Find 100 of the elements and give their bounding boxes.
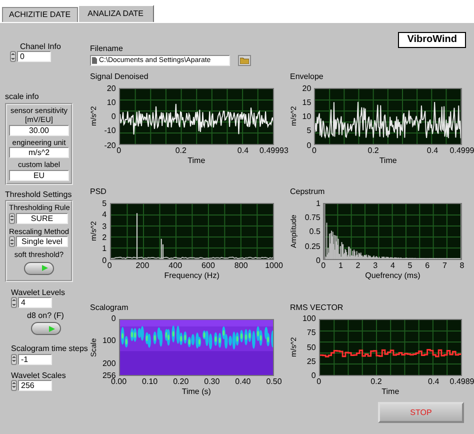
axis-tick-label: 0.4 [428,376,440,386]
value-field[interactable]: EU [9,170,69,181]
axis-tick-label: 3 [102,222,107,231]
axis-tick-label: 7 [442,261,447,270]
axis-tick-label: 600 [202,261,215,270]
axis-tick-label: -10 [104,126,116,136]
folder-icon [240,57,249,64]
axis-tick-label: 5 [408,261,412,270]
field-label: Chanel Info [19,42,61,52]
spin-buttons[interactable] [9,212,15,224]
axis-tick-label: 0.00 [111,376,127,386]
field-label: Scalogram time steps [11,344,88,354]
axis-tick-label: 6 [425,261,430,270]
axis-tick-label: 2 [102,233,107,242]
axis-tick-label: 0 [102,256,107,265]
field-label: d8 on? (F) [27,311,64,320]
axis-tick-label: 25 [306,356,316,366]
axis-tick-label: 0.30 [204,376,220,386]
axis-tick-label: 4 [390,261,395,270]
graph-title: Envelope [290,72,324,82]
browse-button[interactable] [238,55,251,66]
document-icon [92,57,97,64]
spin-buttons[interactable] [11,297,17,308]
axis-tick-label: 10 [106,98,116,107]
axis-tick-label: 0.50 [266,376,282,386]
axis-tick-label: 0.4 [237,146,249,156]
field-label: Filename [90,44,123,54]
axis-tick-label: -20 [104,140,116,150]
graph-title: Signal Denoised [90,72,148,82]
axis-tick-label: 15 [302,98,312,107]
axis-tick-label: 800 [234,261,248,270]
value-field[interactable]: -1 [18,354,52,364]
section-label: scale info [5,92,40,102]
axis-tick-label: 2 [356,261,360,270]
axis-tick-label: 0.25 [304,242,320,251]
axis-tick-label: 20 [302,84,312,93]
section-label: Threshold Settings [5,190,73,200]
axis-tick-label: 0 [111,314,116,324]
axis-tick-label: 0 [312,146,316,156]
axis-tick-label: 0.4 [426,146,438,156]
triangle-icon [48,326,54,332]
axis-tick-label: 0.2 [370,376,382,386]
axis-tick-label: 0 [111,112,116,122]
value-field[interactable]: 30.00 [9,124,69,136]
axis-tick-label: 1000 [265,261,283,270]
toggle-switch[interactable] [30,322,60,336]
tab[interactable]: ACHIZITIE DATE [2,7,78,22]
axis-tick-label: 1 [338,261,343,270]
axis-tick-label: 3 [373,261,378,270]
axis-tick-label: 0.75 [304,213,320,222]
axis-tick-label: 0 [107,261,112,270]
tab[interactable]: ANALIZA DATE [78,5,154,22]
axis-tick-label: 0.20 [173,376,189,386]
value-field[interactable]: 0 [17,51,51,62]
axis-tick-label: 0.4989 [450,376,474,386]
axis-tick-label: 1 [316,198,320,208]
axis-tick-label: 8 [460,261,464,270]
field-label: Wavelet Scales [11,370,66,380]
axis-title: Frequency (Hz) [163,271,220,281]
axis-tick-label: 0 [306,140,312,150]
value-field[interactable]: SURE [16,212,68,224]
field-label: Wavelet Levels [11,288,65,298]
title-label: VibroWind [398,32,466,48]
axis-tick-label: 20 [106,84,116,93]
axis-tick-label: 5 [102,198,107,208]
axis-title: Time [186,156,206,166]
axis-tick-label: 0.40 [235,376,251,386]
spin-buttons[interactable] [9,236,15,248]
axis-tick-label: 0 [321,261,326,270]
axis-tick-label: 0.49993 [260,146,288,156]
axis-tick-label: 0 [316,376,322,386]
axis-tick-label: 5 [306,126,312,136]
graph-title: PSD [90,187,106,197]
axis-tick-label: 0.4999 [450,146,474,156]
value-field[interactable]: m/s^2 [9,147,69,158]
spin-buttons[interactable] [10,51,16,62]
axis-title: Time [378,156,398,166]
axis-tick-label: 400 [168,261,182,270]
axis-tick-label: 50 [306,342,316,352]
axis-tick-label: 200 [102,358,116,368]
graph-title: RMS VECTOR [290,302,344,312]
axis-tick-label: 0.10 [142,376,158,386]
toggle-switch[interactable] [24,262,54,275]
axis-tick-label: 100 [102,336,116,346]
axis-title: Quefrency (ms) [364,271,422,281]
axis-tick-label: 1 [102,244,107,254]
axis-tick-label: 0 [316,256,320,265]
value-field[interactable]: 4 [18,297,52,308]
axis-tick-label: 0 [311,371,316,380]
spin-buttons[interactable] [11,380,17,391]
axis-tick-label: 0 [116,146,122,156]
value-field[interactable]: Single level [16,236,68,248]
axis-tick-label: 200 [136,261,150,270]
axis-tick-label: 4 [102,210,107,220]
axis-title: Time (s) [180,386,212,396]
axis-tick-label: 0.2 [368,146,379,156]
value-field[interactable]: 256 [18,380,52,391]
spin-buttons[interactable] [11,354,17,364]
triangle-icon [42,265,48,272]
axis-title: Time [380,386,400,396]
